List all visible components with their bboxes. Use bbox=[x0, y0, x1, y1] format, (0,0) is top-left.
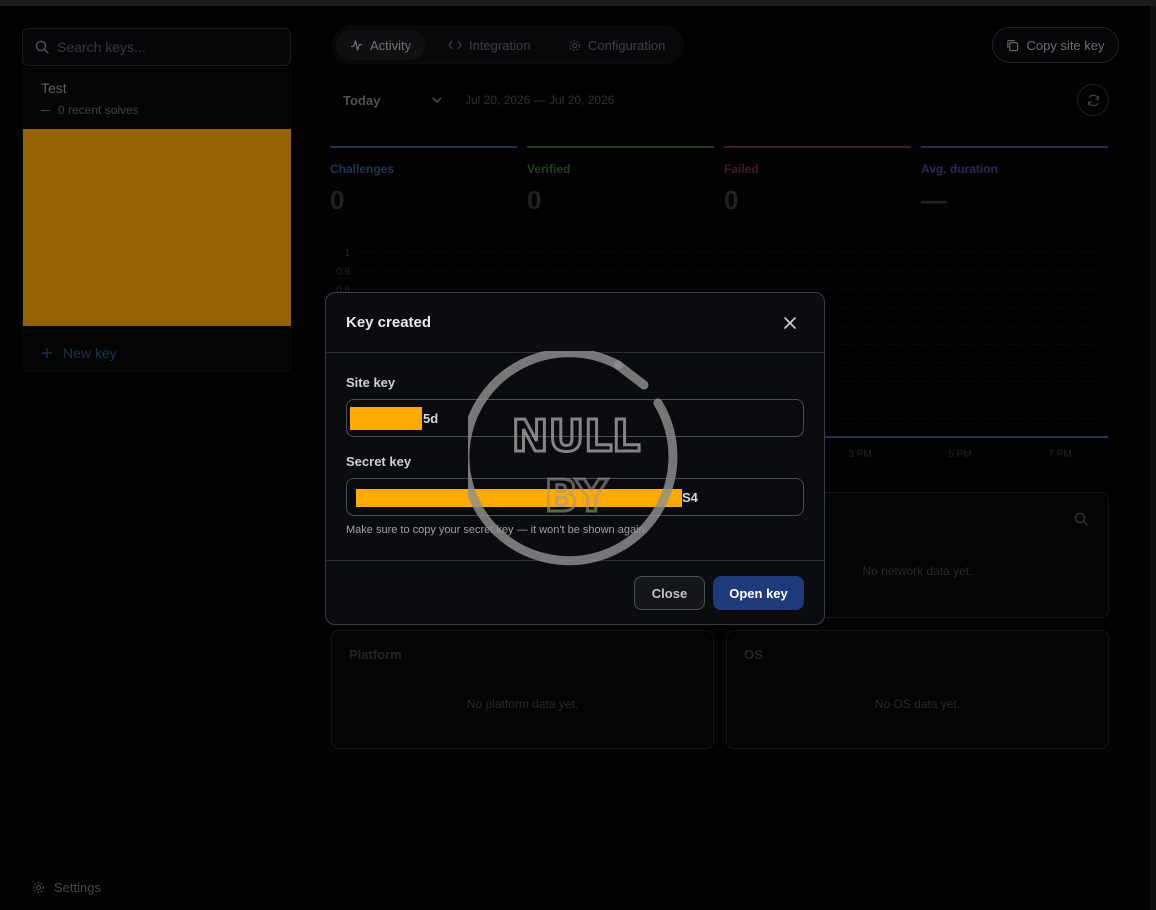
open-key-button[interactable]: Open key bbox=[713, 576, 804, 610]
dialog-header: Key created bbox=[326, 293, 824, 353]
redacted-site-key bbox=[350, 407, 422, 430]
site-key-suffix: 5d bbox=[423, 411, 439, 426]
dialog-footer: Close Open key bbox=[326, 560, 824, 624]
secret-key-warning: Make sure to copy your secret key — it w… bbox=[346, 524, 648, 536]
redacted-secret-key bbox=[356, 489, 682, 507]
site-key-label: Site key bbox=[346, 375, 396, 390]
key-created-dialog: Key created Site key 5d Secret key S4 Ma… bbox=[325, 292, 825, 625]
secret-key-field[interactable]: S4 bbox=[346, 478, 804, 516]
secret-key-suffix: S4 bbox=[682, 490, 698, 505]
site-key-field[interactable]: 5d bbox=[346, 399, 804, 437]
app-page: Test 0 recent solves New key Settings bbox=[0, 0, 1156, 910]
dialog-title: Key created bbox=[346, 314, 432, 331]
close-icon[interactable] bbox=[782, 315, 798, 331]
secret-key-label: Secret key bbox=[346, 454, 412, 469]
close-button[interactable]: Close bbox=[634, 576, 705, 610]
